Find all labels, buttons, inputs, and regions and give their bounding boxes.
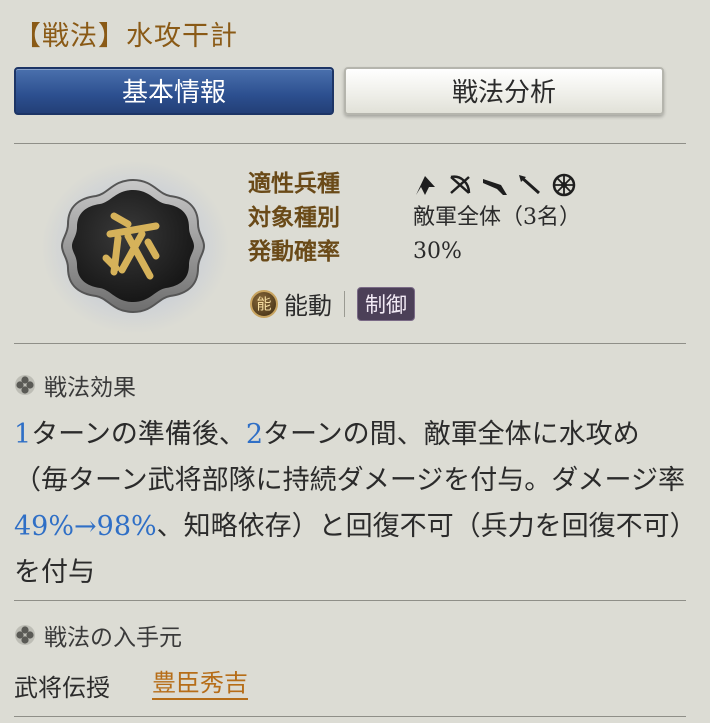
page-title: 【戦法】水攻干計 bbox=[14, 21, 238, 52]
info-label: 適性兵種 bbox=[248, 170, 340, 197]
divider bbox=[14, 716, 686, 717]
source-heading: 戦法の入手元 bbox=[14, 618, 182, 652]
gun-icon bbox=[483, 179, 507, 195]
effect-heading: 戦法効果 bbox=[14, 368, 136, 402]
tag-separator bbox=[344, 290, 345, 317]
effect-description: 1ターンの準備後、2ターンの間、敵軍全体に水攻め（毎ターン武将部隊に持続ダメージ… bbox=[14, 412, 689, 596]
tab-basic-info[interactable]: 基本情報 bbox=[14, 67, 334, 115]
active-type-icon: 能 bbox=[250, 289, 278, 318]
info-label: 発動確率 bbox=[248, 238, 340, 265]
spear-icon bbox=[519, 175, 540, 195]
skill-info: 適性兵種 対象種別 敵軍全体（3名） 発動確率 30% bbox=[248, 167, 581, 269]
divider bbox=[14, 343, 686, 344]
source-general-link[interactable]: 豊臣秀吉 bbox=[152, 668, 248, 700]
source-label: 武将伝授 bbox=[14, 674, 110, 702]
info-row-unit-type: 適性兵種 bbox=[248, 167, 581, 201]
effect-text: ターンの準備後、 bbox=[31, 419, 246, 450]
tab-skill-analysis[interactable]: 戦法分析 bbox=[344, 67, 664, 115]
info-value: 30% bbox=[413, 239, 462, 264]
unit-type-icons bbox=[413, 169, 577, 201]
info-label: 対象種別 bbox=[248, 204, 340, 231]
skill-type-label: 能動 bbox=[284, 292, 332, 320]
clover-icon bbox=[15, 625, 35, 645]
source-heading-text: 戦法の入手元 bbox=[44, 625, 182, 651]
tab-bar: 基本情報 戦法分析 bbox=[14, 67, 664, 117]
effect-number: 49%→98% bbox=[14, 511, 157, 542]
skill-emblem-icon bbox=[60, 178, 206, 314]
effect-heading-text: 戦法効果 bbox=[44, 375, 136, 401]
info-row-target: 対象種別 敵軍全体（3名） bbox=[248, 201, 581, 235]
skill-emblem bbox=[40, 160, 230, 335]
cavalry-icon bbox=[416, 176, 435, 195]
info-value: 敵軍全体（3名） bbox=[413, 205, 581, 230]
skill-tags: 能 能動 制御 bbox=[250, 286, 415, 321]
divider bbox=[14, 143, 686, 144]
skill-category-badge: 制御 bbox=[357, 286, 415, 321]
effect-number: 2 bbox=[245, 419, 264, 450]
wheel-icon bbox=[552, 173, 576, 197]
info-row-probability: 発動確率 30% bbox=[248, 235, 581, 269]
divider bbox=[14, 600, 686, 601]
clover-icon bbox=[15, 375, 35, 395]
archer-icon bbox=[450, 175, 471, 194]
effect-number: 1 bbox=[14, 419, 32, 450]
